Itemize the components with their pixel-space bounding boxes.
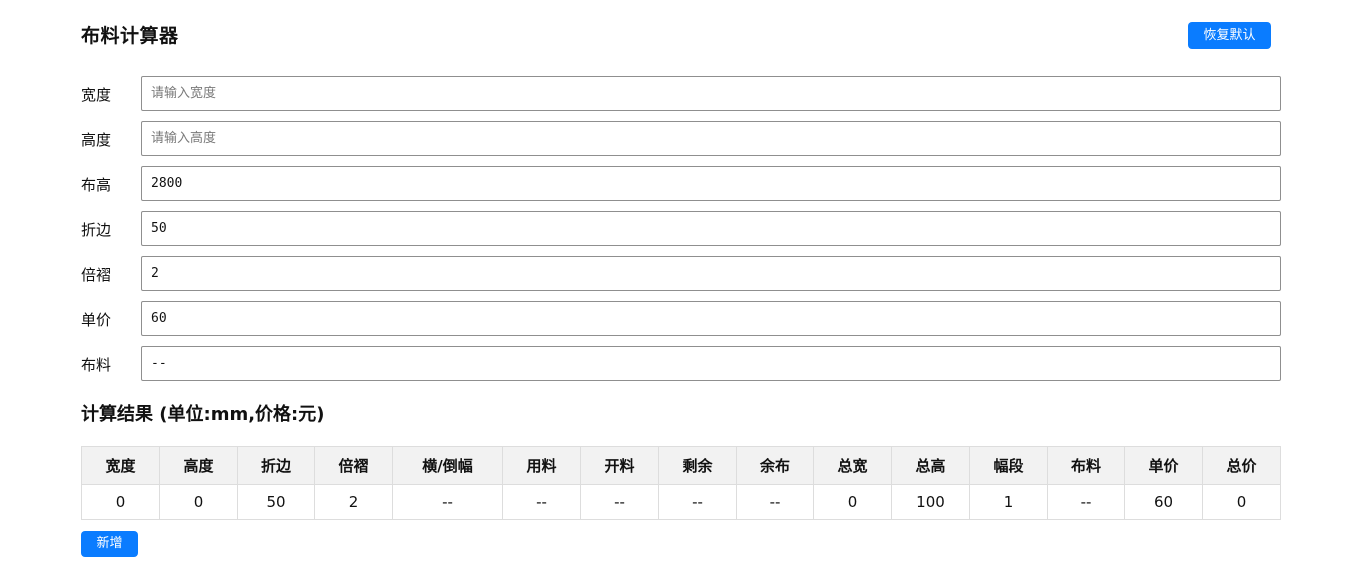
table-row: 0 0 50 2 -- -- -- -- -- 0 100 1 -- 60 0 [81,484,1281,520]
table-cell: 0 [813,484,892,520]
hem-input[interactable] [141,211,1281,246]
results-title: 计算结果 (单位:mm,价格:元) [81,404,325,425]
hem-label: 折边 [81,221,112,239]
fabric-input[interactable] [141,346,1281,381]
form-row-fabric: 布料 [81,346,1281,381]
width-label: 宽度 [81,86,112,104]
table-cell: -- [736,484,814,520]
table-cell: 100 [891,484,970,520]
column-header: 余布 [736,446,814,485]
form-row-height: 高度 [81,121,1281,156]
table-cell: -- [392,484,503,520]
fabric-label: 布料 [81,356,112,374]
table-cell: -- [502,484,581,520]
table-cell: 2 [314,484,393,520]
height-label: 高度 [81,131,112,149]
add-button[interactable]: 新增 [81,531,138,557]
unit-price-label: 单价 [81,311,112,329]
column-header: 幅段 [969,446,1048,485]
column-header: 单价 [1124,446,1203,485]
column-header: 总高 [891,446,970,485]
table-cell: 0 [81,484,160,520]
column-header: 用料 [502,446,581,485]
header: 布料计算器 恢复默认 [81,22,1271,50]
column-header: 布料 [1047,446,1125,485]
fabric-height-input[interactable] [141,166,1281,201]
page-title: 布料计算器 [81,25,179,47]
results-table: 宽度 高度 折边 倍褶 横/倒幅 用料 开料 剩余 余布 总宽 总高 幅段 布料… [81,446,1281,520]
column-header: 开料 [580,446,659,485]
unit-price-input[interactable] [141,301,1281,336]
width-input[interactable] [141,76,1281,111]
table-cell: 50 [237,484,315,520]
form-row-fabric-height: 布高 [81,166,1281,201]
column-header: 横/倒幅 [392,446,503,485]
table-cell: -- [580,484,659,520]
pleat-multiplier-label: 倍褶 [81,266,112,284]
pleat-multiplier-input[interactable] [141,256,1281,291]
column-header: 总价 [1202,446,1281,485]
table-cell: 1 [969,484,1048,520]
table-cell: -- [658,484,737,520]
column-header: 高度 [159,446,238,485]
column-header: 倍褶 [314,446,393,485]
form-row-hem: 折边 [81,211,1281,246]
column-header: 剩余 [658,446,737,485]
table-cell: -- [1047,484,1125,520]
column-header: 宽度 [81,446,160,485]
column-header: 折边 [237,446,315,485]
calculator-page: 布料计算器 恢复默认 宽度 高度 布高 折边 倍褶 单价 布料 计算结果 (单位… [0,0,1348,584]
height-input[interactable] [141,121,1281,156]
column-header: 总宽 [813,446,892,485]
table-cell: 60 [1124,484,1203,520]
reset-defaults-button[interactable]: 恢复默认 [1188,22,1271,49]
table-cell: 0 [159,484,238,520]
table-header-row: 宽度 高度 折边 倍褶 横/倒幅 用料 开料 剩余 余布 总宽 总高 幅段 布料… [81,446,1281,485]
form-row-width: 宽度 [81,76,1281,111]
form-row-unit-price: 单价 [81,301,1281,336]
table-cell: 0 [1202,484,1281,520]
fabric-height-label: 布高 [81,176,112,194]
form-row-pleat: 倍褶 [81,256,1281,291]
